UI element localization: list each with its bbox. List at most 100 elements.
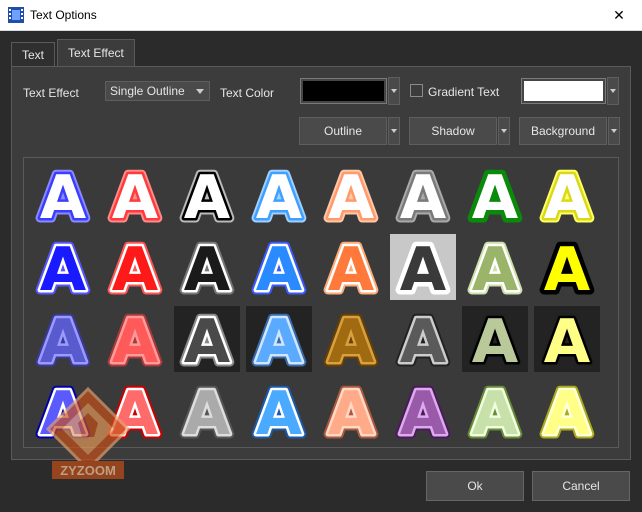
text-effect-preset[interactable]: AA	[28, 160, 98, 230]
gradient-color-swatch[interactable]	[521, 78, 606, 104]
text-effect-preset[interactable]: AA	[460, 304, 530, 374]
preset-letter: A	[256, 307, 303, 374]
text-effect-preset[interactable]: AA	[100, 232, 170, 302]
letter-a-preview-icon: AA	[390, 232, 456, 302]
text-effect-preset[interactable]: AA	[532, 304, 602, 374]
preset-letter: A	[544, 379, 591, 446]
close-icon: ✕	[613, 7, 625, 23]
letter-a-preview-icon: AA	[323, 376, 379, 446]
letter-a-preview-icon: AA	[539, 160, 595, 230]
preset-letter: A	[544, 307, 591, 374]
gradient-color-dropdown[interactable]	[607, 77, 619, 105]
letter-a-preview-icon: AA	[467, 376, 523, 446]
preset-letter: A	[184, 379, 231, 446]
text-color-dropdown[interactable]	[388, 77, 400, 105]
letter-a-preview-icon: AA	[251, 232, 307, 302]
text-color-swatch[interactable]	[300, 78, 387, 104]
preset-letter: A	[40, 163, 87, 230]
text-effect-preset[interactable]: AA	[532, 376, 602, 446]
text-color-label: Text Color	[220, 86, 275, 100]
preset-letter: A	[400, 379, 447, 446]
letter-a-preview-icon: AA	[107, 160, 163, 230]
text-effect-preset[interactable]: AA	[316, 232, 386, 302]
gradient-checkbox[interactable]	[410, 84, 423, 97]
preset-letter: A	[328, 163, 375, 230]
text-effect-preset[interactable]: AA	[244, 304, 314, 374]
text-effect-preset[interactable]: AA	[316, 160, 386, 230]
letter-a-preview-icon: AA	[246, 304, 312, 374]
preset-letter: A	[328, 379, 375, 446]
letter-a-preview-icon: AA	[35, 160, 91, 230]
text-effect-preset[interactable]: AA	[244, 232, 314, 302]
text-effect-preset[interactable]: AA	[244, 376, 314, 446]
text-effect-preset[interactable]: AA	[316, 304, 386, 374]
text-effect-preset[interactable]: AA	[172, 160, 242, 230]
preset-letter: A	[40, 307, 87, 374]
chevron-down-icon	[391, 129, 397, 133]
tab-text-effect[interactable]: Text Effect	[57, 39, 135, 66]
preset-letter: A	[184, 307, 231, 374]
letter-a-preview-icon: AA	[323, 160, 379, 230]
text-effect-preset[interactable]: AA	[172, 304, 242, 374]
tab-bar: Text Text Effect	[11, 39, 137, 66]
zyzoom-watermark-logo: ZYZOOM	[45, 386, 131, 479]
title-bar: Text Options ✕	[0, 0, 642, 31]
preset-letter: A	[256, 235, 303, 302]
text-effect-preset[interactable]: AA	[28, 232, 98, 302]
preset-letter: A	[472, 163, 519, 230]
letter-a-preview-icon: AA	[179, 232, 235, 302]
chevron-down-icon	[610, 89, 616, 93]
shadow-dropdown[interactable]	[498, 117, 510, 145]
text-effect-preset[interactable]: AA	[388, 160, 458, 230]
outline-dropdown[interactable]	[388, 117, 400, 145]
background-dropdown[interactable]	[608, 117, 620, 145]
tab-text[interactable]: Text	[11, 42, 56, 66]
text-effect-preset[interactable]: AA	[28, 304, 98, 374]
text-effect-preset[interactable]: AA	[388, 376, 458, 446]
close-button[interactable]: ✕	[596, 0, 642, 31]
preset-letter: A	[112, 307, 159, 374]
preset-letter: A	[544, 235, 591, 302]
text-effect-preset[interactable]: AA	[532, 160, 602, 230]
text-effect-preset[interactable]: AA	[244, 160, 314, 230]
preset-letter: A	[328, 235, 375, 302]
gradient-label: Gradient Text	[428, 85, 500, 99]
text-effect-label: Text Effect	[23, 86, 79, 100]
background-button[interactable]: Background	[519, 117, 607, 145]
letter-a-preview-icon: AA	[534, 304, 600, 374]
text-effect-preset[interactable]: AA	[100, 304, 170, 374]
letter-a-preview-icon: AA	[323, 232, 379, 302]
text-effect-preset[interactable]: AA	[460, 232, 530, 302]
letter-a-preview-icon: AA	[539, 232, 595, 302]
text-effect-preset[interactable]: AA	[388, 304, 458, 374]
outline-button[interactable]: Outline	[299, 117, 387, 145]
preset-letter: A	[400, 163, 447, 230]
preset-letter: A	[400, 235, 447, 302]
text-effect-preset[interactable]: AA	[100, 160, 170, 230]
preset-letter: A	[112, 163, 159, 230]
letter-a-preview-icon: AA	[251, 160, 307, 230]
text-effect-preset[interactable]: AA	[388, 232, 458, 302]
text-effect-preset[interactable]: AA	[532, 232, 602, 302]
letter-a-preview-icon: AA	[107, 304, 163, 374]
letter-a-preview-icon: AA	[467, 160, 523, 230]
cancel-button[interactable]: Cancel	[532, 471, 630, 501]
letter-a-preview-icon: AA	[395, 304, 451, 374]
shadow-button[interactable]: Shadow	[409, 117, 497, 145]
letter-a-preview-icon: AA	[395, 160, 451, 230]
chevron-down-icon	[196, 89, 204, 94]
text-effect-preset[interactable]: AA	[460, 160, 530, 230]
text-effect-select[interactable]: Single Outline	[105, 81, 210, 101]
ok-button[interactable]: Ok	[426, 471, 524, 501]
letter-a-preview-icon: AA	[251, 376, 307, 446]
text-effect-preset[interactable]: AA	[172, 376, 242, 446]
text-effect-preset[interactable]: AA	[316, 376, 386, 446]
preset-letter: A	[184, 163, 231, 230]
letter-a-preview-icon: AA	[179, 160, 235, 230]
preset-letter: A	[256, 163, 303, 230]
text-effect-preset[interactable]: AA	[460, 376, 530, 446]
chevron-down-icon	[501, 129, 507, 133]
letter-a-preview-icon: AA	[179, 376, 235, 446]
text-effect-preset[interactable]: AA	[172, 232, 242, 302]
letter-a-preview-icon: AA	[35, 304, 91, 374]
